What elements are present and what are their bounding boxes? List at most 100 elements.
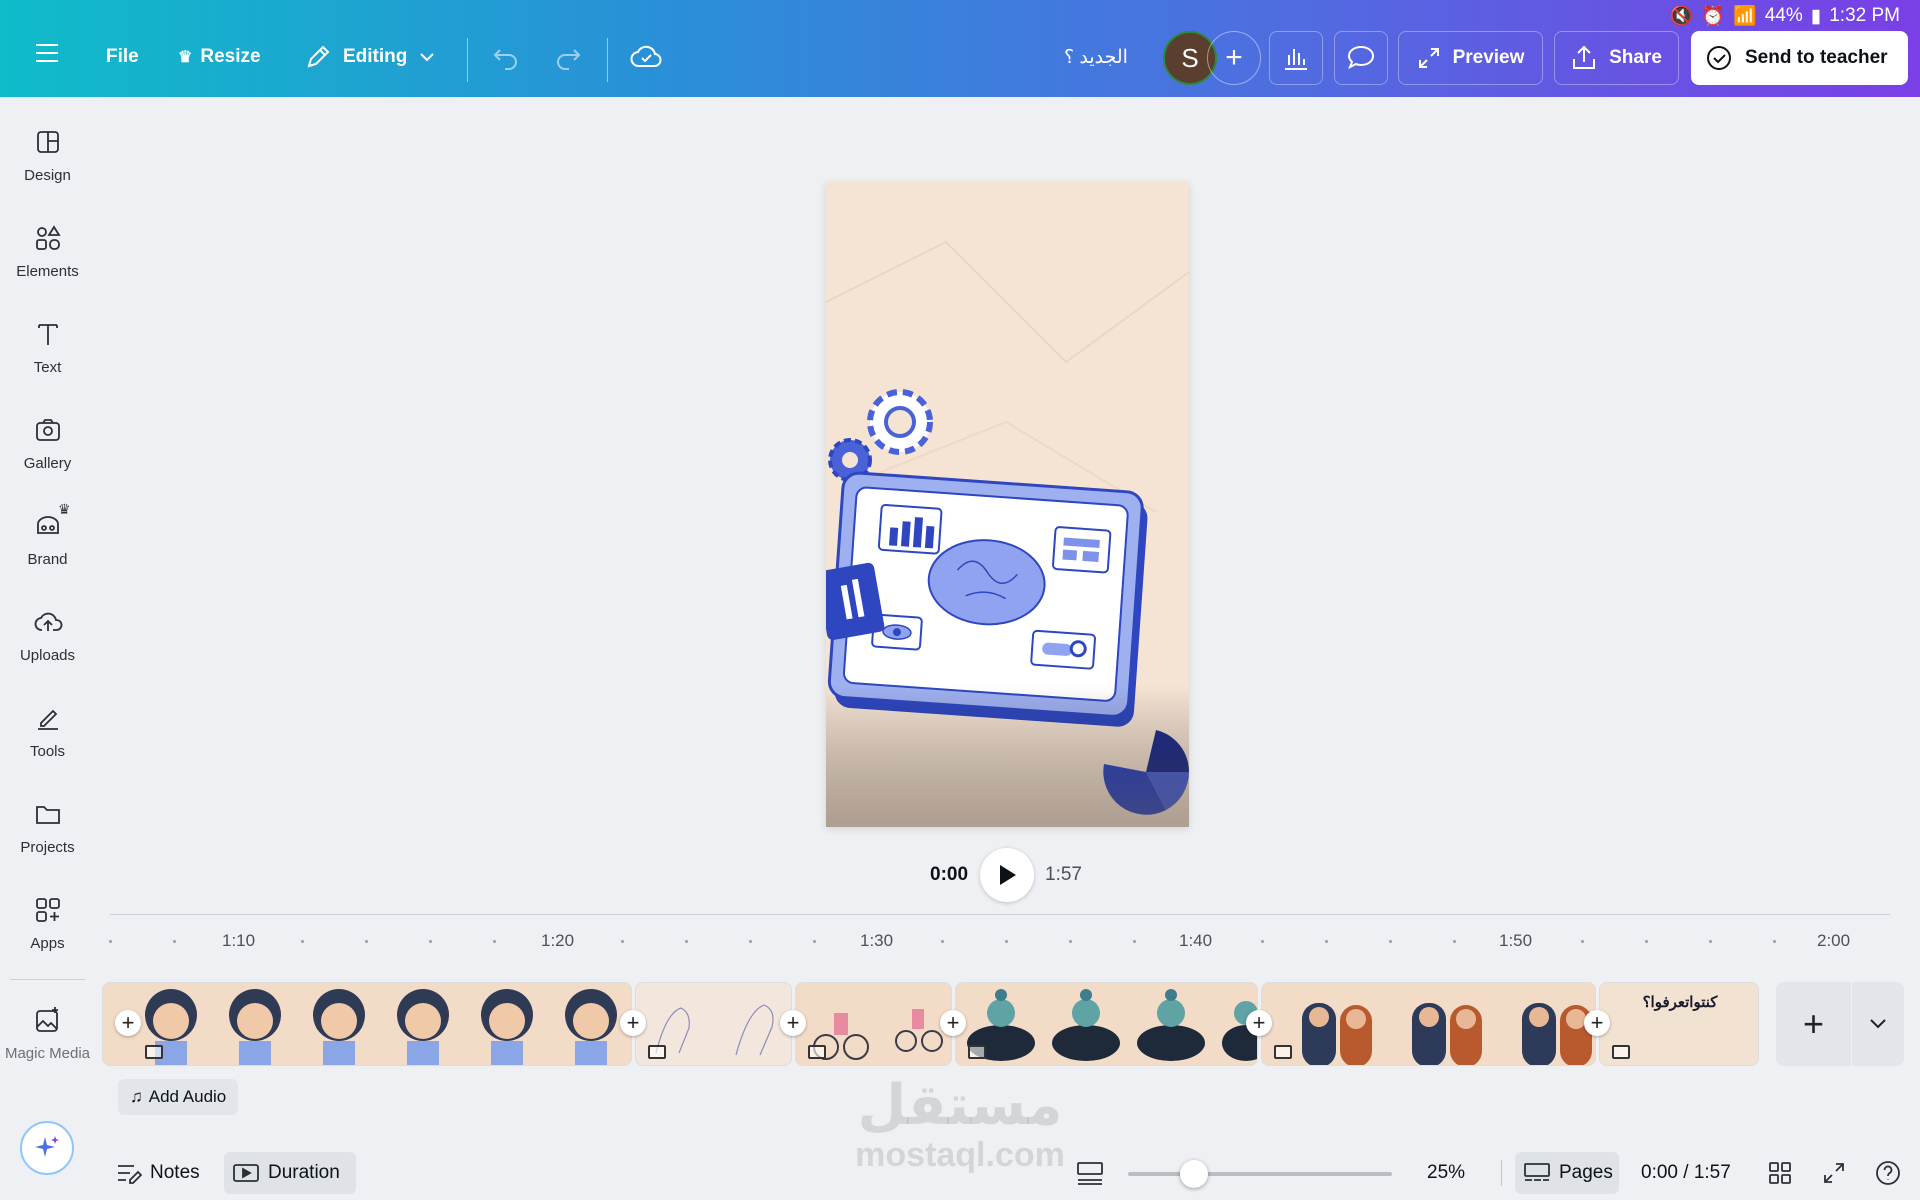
sidebar-item-gallery[interactable]: Gallery xyxy=(0,405,95,485)
add-transition-button[interactable]: + xyxy=(940,1010,966,1036)
chevron-down-icon xyxy=(420,53,435,62)
add-transition-button[interactable]: + xyxy=(1584,1010,1610,1036)
ruler-dot xyxy=(1325,940,1328,943)
ruler-dot xyxy=(621,940,624,943)
comments-button[interactable] xyxy=(1334,31,1388,85)
video-badge-icon xyxy=(1612,1045,1630,1059)
plus-icon: + xyxy=(626,1010,640,1035)
alarm-icon: ⏰ xyxy=(1701,6,1726,27)
add-transition-button[interactable]: + xyxy=(780,1010,806,1036)
send-to-teacher-button[interactable]: Send to teacher xyxy=(1691,31,1908,85)
add-page-button[interactable]: + xyxy=(1776,982,1851,1066)
folder-icon xyxy=(35,806,60,824)
ruler-dot xyxy=(1133,940,1136,943)
redo-icon xyxy=(557,49,581,70)
grid-view-button[interactable] xyxy=(1768,1152,1792,1194)
zoom-value[interactable]: 25% xyxy=(1427,1152,1465,1194)
sidebar-item-magic-media[interactable]: Magic Media xyxy=(0,995,95,1075)
sidebar-item-brand[interactable]: ♛ Brand xyxy=(0,501,95,581)
sidebar-item-label: Uploads xyxy=(19,647,76,664)
ruler-tick: 1:30 xyxy=(860,931,894,950)
zoom-slider-thumb[interactable] xyxy=(1180,1160,1208,1188)
design-canvas[interactable] xyxy=(826,182,1189,827)
resize-button[interactable]: ♛ Resize xyxy=(178,46,261,68)
preview-button[interactable]: Preview xyxy=(1398,31,1543,85)
design-icon xyxy=(36,131,59,153)
expand-pages-button[interactable] xyxy=(1852,982,1904,1066)
duration-button[interactable]: Duration xyxy=(224,1152,356,1194)
expand-icon xyxy=(1418,48,1439,68)
sidebar-item-tools[interactable]: Tools xyxy=(0,693,95,773)
battery-icon: ▮ xyxy=(1810,5,1822,27)
page-view-button[interactable] xyxy=(1076,1152,1104,1194)
notes-button[interactable]: Notes xyxy=(116,1152,200,1194)
divider xyxy=(607,38,608,82)
editing-mode-button[interactable]: Editing xyxy=(305,44,435,70)
clip-bikes[interactable] xyxy=(795,982,952,1066)
battery-text: 44% xyxy=(1764,5,1803,26)
share-button[interactable]: Share xyxy=(1554,31,1679,85)
hamburger-icon xyxy=(36,44,58,62)
timeline-scrubber-track[interactable] xyxy=(110,914,1890,915)
sidebar-item-design[interactable]: Design xyxy=(0,117,95,197)
clip-meditate[interactable] xyxy=(955,982,1258,1066)
ruler-dot xyxy=(493,940,496,943)
add-transition-button[interactable]: + xyxy=(1246,1010,1272,1036)
fullscreen-button[interactable] xyxy=(1822,1152,1846,1194)
elements-icon xyxy=(35,225,61,250)
document-title[interactable]: الجديد ؟ xyxy=(1064,46,1128,69)
ruler-dot xyxy=(1453,940,1456,943)
clip-caption: كنتواتعرفوا؟ xyxy=(1642,994,1718,1011)
sidebar-item-label: Apps xyxy=(30,935,65,952)
clip-thumbnail xyxy=(145,989,617,1065)
comment-icon xyxy=(1347,45,1375,70)
sidebar-item-projects[interactable]: Projects xyxy=(0,789,95,869)
sidebar-item-apps[interactable]: Apps xyxy=(0,885,95,965)
chevron-down-icon xyxy=(1870,1019,1886,1029)
clip-thumbnail xyxy=(967,989,1257,1061)
status-bar: 🔇 ⏰ 📶 44% ▮ 1:32 PM xyxy=(1670,4,1900,28)
zoom-slider[interactable] xyxy=(1128,1160,1392,1188)
pencil-icon xyxy=(307,45,330,68)
add-transition-button[interactable]: + xyxy=(115,1010,141,1036)
ruler-dot xyxy=(1005,940,1008,943)
redo-button[interactable] xyxy=(554,44,582,70)
menu-button[interactable] xyxy=(34,42,60,64)
sidebar-item-uploads[interactable]: Uploads xyxy=(0,597,95,677)
add-transition-button[interactable]: + xyxy=(620,1010,646,1036)
ruler-dot xyxy=(1069,940,1072,943)
ai-brain-illustration xyxy=(826,182,1189,827)
plus-icon: + xyxy=(786,1010,800,1035)
ruler-tick: 1:50 xyxy=(1499,931,1533,950)
magic-assistant-button[interactable] xyxy=(20,1121,74,1175)
clip-girl-sad[interactable] xyxy=(102,982,632,1066)
bar-chart-icon xyxy=(1285,49,1307,70)
ruler-dot xyxy=(749,940,752,943)
undo-button[interactable] xyxy=(492,44,520,70)
invite-button[interactable]: + xyxy=(1207,31,1261,85)
file-menu-button[interactable]: File xyxy=(106,46,139,68)
sidebar-item-elements[interactable]: Elements xyxy=(0,213,95,293)
clip-two-women[interactable] xyxy=(1261,982,1596,1066)
text-icon xyxy=(37,324,58,345)
save-status-button[interactable] xyxy=(630,44,662,70)
help-button[interactable] xyxy=(1874,1152,1902,1194)
ruler-dot xyxy=(109,940,112,943)
add-audio-button[interactable]: ♫ Add Audio xyxy=(118,1079,239,1115)
insights-button[interactable] xyxy=(1269,31,1323,85)
sidebar-item-label: Text xyxy=(33,359,62,376)
undo-icon xyxy=(493,49,517,70)
video-badge-icon xyxy=(648,1045,666,1059)
grid-view-icon xyxy=(1769,1162,1791,1184)
play-icon xyxy=(1000,865,1016,885)
time-readout: 0:00 / 1:57 xyxy=(1641,1162,1731,1183)
music-note-icon: ♫ xyxy=(130,1087,143,1106)
pages-button[interactable]: Pages xyxy=(1515,1152,1619,1194)
clip-sketch[interactable] xyxy=(635,982,792,1066)
sidebar-item-label: Elements xyxy=(16,263,79,280)
play-button[interactable] xyxy=(980,848,1034,902)
notes-label: Notes xyxy=(150,1162,200,1183)
duration-label: Duration xyxy=(268,1162,340,1183)
clip-arabic-text[interactable]: كنتواتعرفوا؟ xyxy=(1599,982,1759,1066)
sidebar-item-text[interactable]: Text xyxy=(0,309,95,389)
